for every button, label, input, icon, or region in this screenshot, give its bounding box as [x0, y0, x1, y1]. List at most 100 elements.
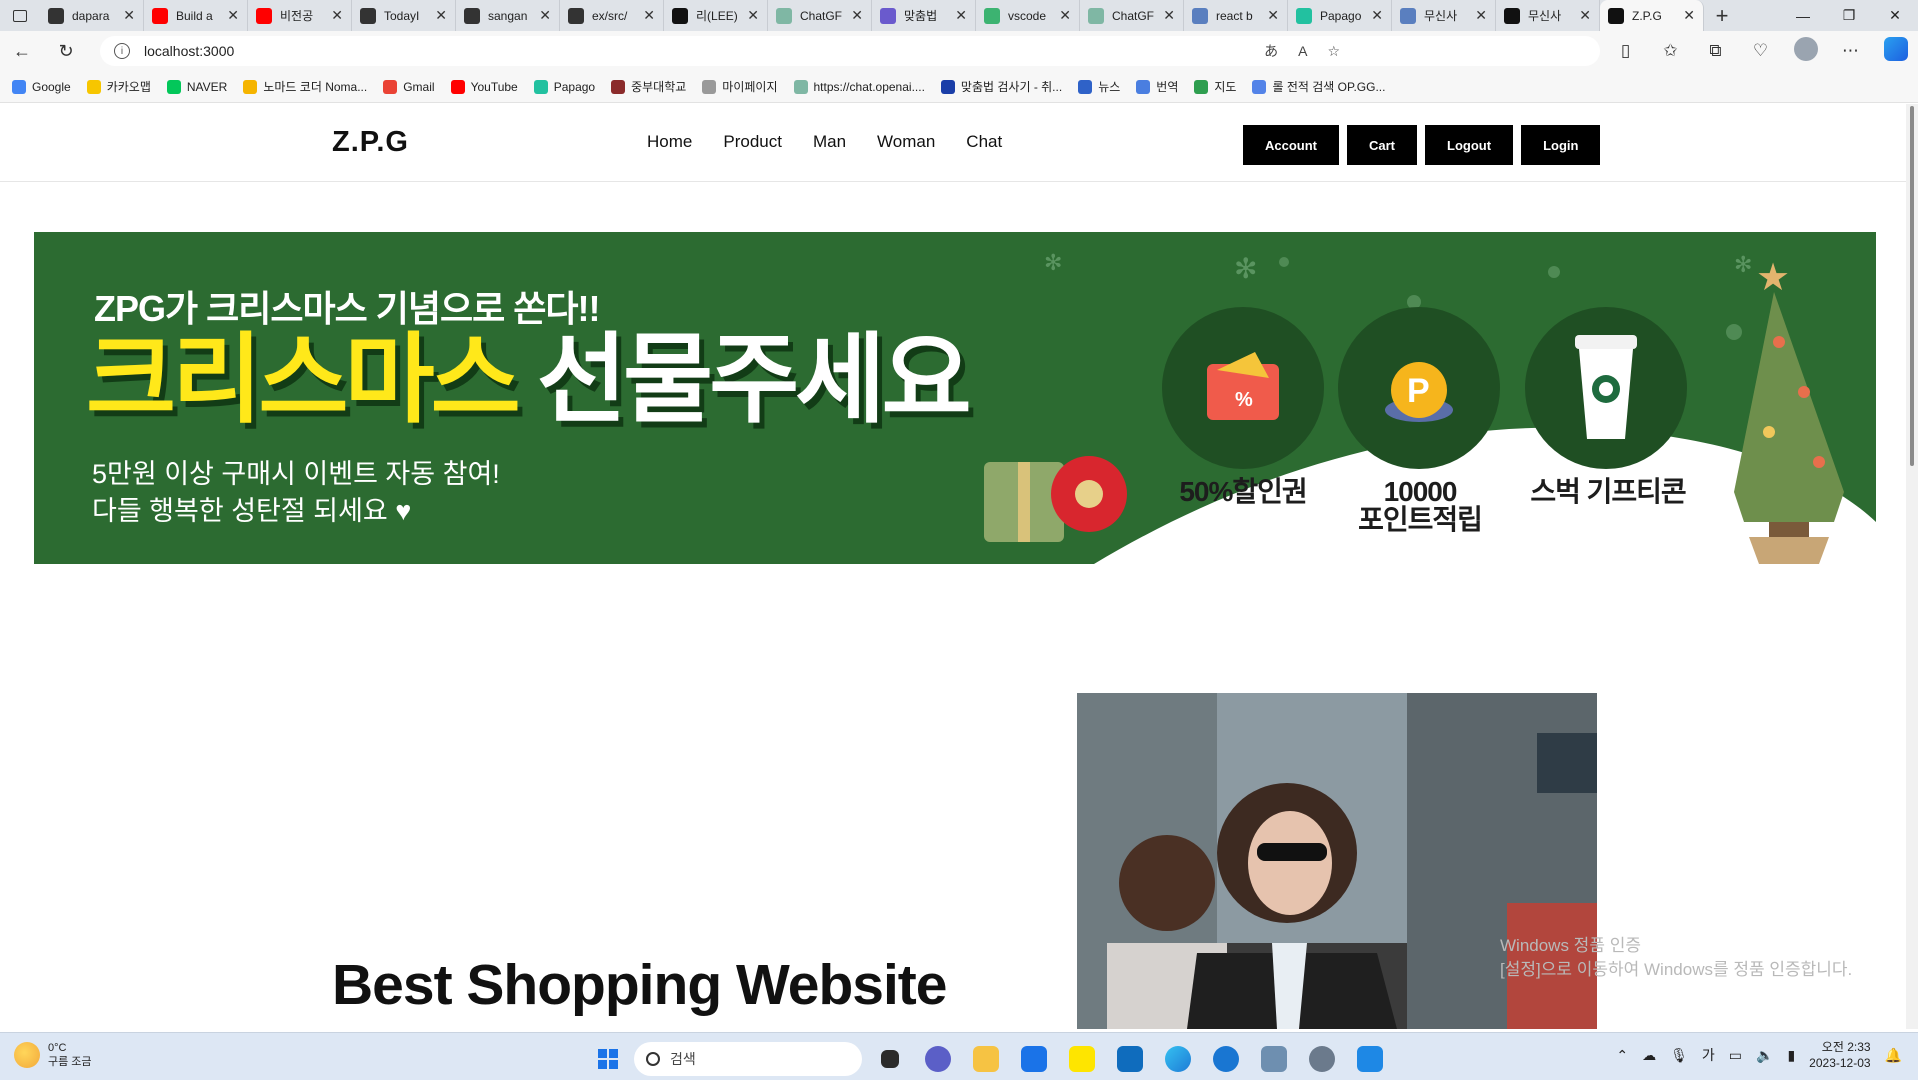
taskbar-search[interactable]: 검색 — [634, 1042, 862, 1076]
minimize-icon[interactable]: — — [1780, 0, 1826, 31]
account-button[interactable]: Account — [1243, 125, 1339, 165]
nav-woman[interactable]: Woman — [877, 132, 935, 152]
bookmark-item[interactable]: 맞춤법 검사기 - 취... — [940, 78, 1062, 95]
bookmark-item[interactable]: 롤 전적 검색 OP.GG... — [1252, 78, 1385, 95]
cart-button[interactable]: Cart — [1347, 125, 1418, 165]
tab-close-icon[interactable]: ✕ — [1267, 7, 1279, 24]
favorite-star-icon[interactable]: ☆ — [1327, 43, 1340, 60]
logout-button[interactable]: Logout — [1425, 125, 1514, 165]
bookmark-item[interactable]: Gmail — [383, 79, 435, 94]
display-icon[interactable]: ▭ — [1729, 1047, 1742, 1064]
extensions-icon[interactable]: ♡ — [1738, 41, 1783, 61]
browser-tab[interactable]: sangan ✕ — [456, 0, 560, 31]
nav-man[interactable]: Man — [813, 132, 846, 152]
taskbar-clock[interactable]: 오전 2:33 2023-12-03 — [1809, 1039, 1870, 1071]
christmas-event-banner[interactable]: ✻ ✻ ✻ ★ ZPG가 크리스마스 기념으로 쏜다!! 크리스마스 선물주세요 … — [34, 232, 1876, 564]
browser-tab[interactable]: 무신사 ✕ — [1392, 0, 1496, 31]
favorites-icon[interactable]: ✩ — [1648, 41, 1693, 61]
battery-icon[interactable]: ▮ — [1787, 1047, 1795, 1064]
tab-close-icon[interactable]: ✕ — [851, 7, 863, 24]
browser-tab[interactable]: 무신사 ✕ — [1496, 0, 1600, 31]
browser-tab[interactable]: 리(LEE) ✕ — [664, 0, 768, 31]
tab-close-icon[interactable]: ✕ — [1059, 7, 1071, 24]
tab-close-icon[interactable]: ✕ — [643, 7, 655, 24]
browser-tab[interactable]: ChatGF ✕ — [1080, 0, 1184, 31]
tray-overflow-icon[interactable]: ⌃ — [1616, 1047, 1628, 1064]
bookmark-item[interactable]: NAVER — [166, 79, 227, 94]
site-logo[interactable]: Z.P.G — [332, 126, 409, 159]
profile-avatar[interactable] — [1783, 36, 1828, 66]
restore-icon[interactable]: ❐ — [1826, 0, 1872, 31]
settings-more-icon[interactable]: ⋯ — [1828, 41, 1873, 61]
tab-close-icon[interactable]: ✕ — [1683, 7, 1695, 24]
tab-close-icon[interactable]: ✕ — [227, 7, 239, 24]
refresh-icon[interactable]: ↻ — [44, 31, 88, 71]
monitor-app-icon[interactable] — [1254, 1039, 1294, 1079]
tab-close-icon[interactable]: ✕ — [1371, 7, 1383, 24]
network-cloud-icon[interactable]: ☁ — [1642, 1047, 1656, 1064]
read-aloud-icon[interactable]: A — [1298, 43, 1307, 59]
nav-home[interactable]: Home — [647, 132, 692, 152]
bookmark-item[interactable]: 카카오맵 — [86, 78, 151, 95]
bookmark-item[interactable]: https://chat.openai.... — [793, 79, 925, 94]
bookmark-item[interactable]: 지도 — [1194, 78, 1236, 95]
address-field[interactable]: i localhost:3000 あ A ☆ — [100, 36, 1600, 66]
browser-tab[interactable]: 비전공 ✕ — [248, 0, 352, 31]
file-explorer-icon[interactable] — [966, 1039, 1006, 1079]
browser-tab[interactable]: Build a ✕ — [144, 0, 248, 31]
back-icon[interactable]: ← — [0, 31, 44, 71]
edge-browser-icon[interactable] — [1158, 1039, 1198, 1079]
close-window-icon[interactable]: ✕ — [1872, 0, 1918, 31]
bookmark-item[interactable]: Google — [12, 79, 71, 94]
browser-tab[interactable]: react b ✕ — [1184, 0, 1288, 31]
tab-close-icon[interactable]: ✕ — [1475, 7, 1487, 24]
browser-tab[interactable]: ex/src/ ✕ — [560, 0, 664, 31]
nav-product[interactable]: Product — [723, 132, 782, 152]
new-tab-button[interactable]: + — [1704, 0, 1740, 31]
split-screen-icon[interactable]: ▯ — [1603, 41, 1648, 61]
browser-tab[interactable]: vscode ✕ — [976, 0, 1080, 31]
browser-tab[interactable]: ChatGF ✕ — [768, 0, 872, 31]
notification-bell-icon[interactable]: 🔔 — [1885, 1047, 1902, 1064]
volume-icon[interactable]: 🔈 — [1756, 1047, 1773, 1064]
browser-tab[interactable]: Z.P.G ✕ — [1600, 0, 1704, 31]
browser-tab[interactable]: dapara ✕ — [40, 0, 144, 31]
kakaotalk-icon[interactable] — [1062, 1039, 1102, 1079]
bookmark-item[interactable]: 마이페이지 — [702, 78, 778, 95]
copilot-icon[interactable] — [1873, 36, 1918, 66]
translate-icon[interactable]: あ — [1264, 41, 1278, 61]
app-icon[interactable] — [1206, 1039, 1246, 1079]
bookmark-item[interactable]: 뉴스 — [1078, 78, 1120, 95]
site-info-icon[interactable]: i — [114, 43, 130, 59]
tab-close-icon[interactable]: ✕ — [435, 7, 447, 24]
bookmark-item[interactable]: Papago — [533, 79, 595, 94]
chat-app-icon[interactable] — [918, 1039, 958, 1079]
browser-tab[interactable]: Papago ✕ — [1288, 0, 1392, 31]
bookmark-item[interactable]: 번역 — [1136, 78, 1178, 95]
task-view-icon[interactable] — [870, 1039, 910, 1079]
tab-close-icon[interactable]: ✕ — [1163, 7, 1175, 24]
tab-actions-menu-icon[interactable] — [0, 0, 40, 31]
login-button[interactable]: Login — [1521, 125, 1601, 165]
nav-chat[interactable]: Chat — [966, 132, 1002, 152]
tab-close-icon[interactable]: ✕ — [539, 7, 551, 24]
collections-icon[interactable]: ⧉ — [1693, 41, 1738, 61]
scrollbar-thumb[interactable] — [1910, 106, 1914, 466]
mail-icon[interactable] — [1014, 1039, 1054, 1079]
settings-icon[interactable] — [1302, 1039, 1342, 1079]
bookmark-item[interactable]: YouTube — [450, 79, 518, 94]
weather-widget[interactable]: 0°C 구름 조금 — [14, 1041, 92, 1069]
browser-tab[interactable]: TodayI ✕ — [352, 0, 456, 31]
tab-close-icon[interactable]: ✕ — [1579, 7, 1591, 24]
microphone-icon[interactable]: 🎙 — [1670, 1047, 1688, 1064]
store-icon[interactable] — [1110, 1039, 1150, 1079]
start-icon[interactable] — [590, 1041, 626, 1077]
page-scrollbar[interactable] — [1906, 104, 1918, 1029]
browser-tab[interactable]: 맞춤법 ✕ — [872, 0, 976, 31]
bookmark-item[interactable]: 중부대학교 — [611, 78, 686, 95]
tab-close-icon[interactable]: ✕ — [331, 7, 343, 24]
tab-close-icon[interactable]: ✕ — [123, 7, 135, 24]
bookmark-item[interactable]: 노마드 코더 Noma... — [243, 78, 367, 95]
tab-close-icon[interactable]: ✕ — [747, 7, 759, 24]
tab-close-icon[interactable]: ✕ — [955, 7, 967, 24]
